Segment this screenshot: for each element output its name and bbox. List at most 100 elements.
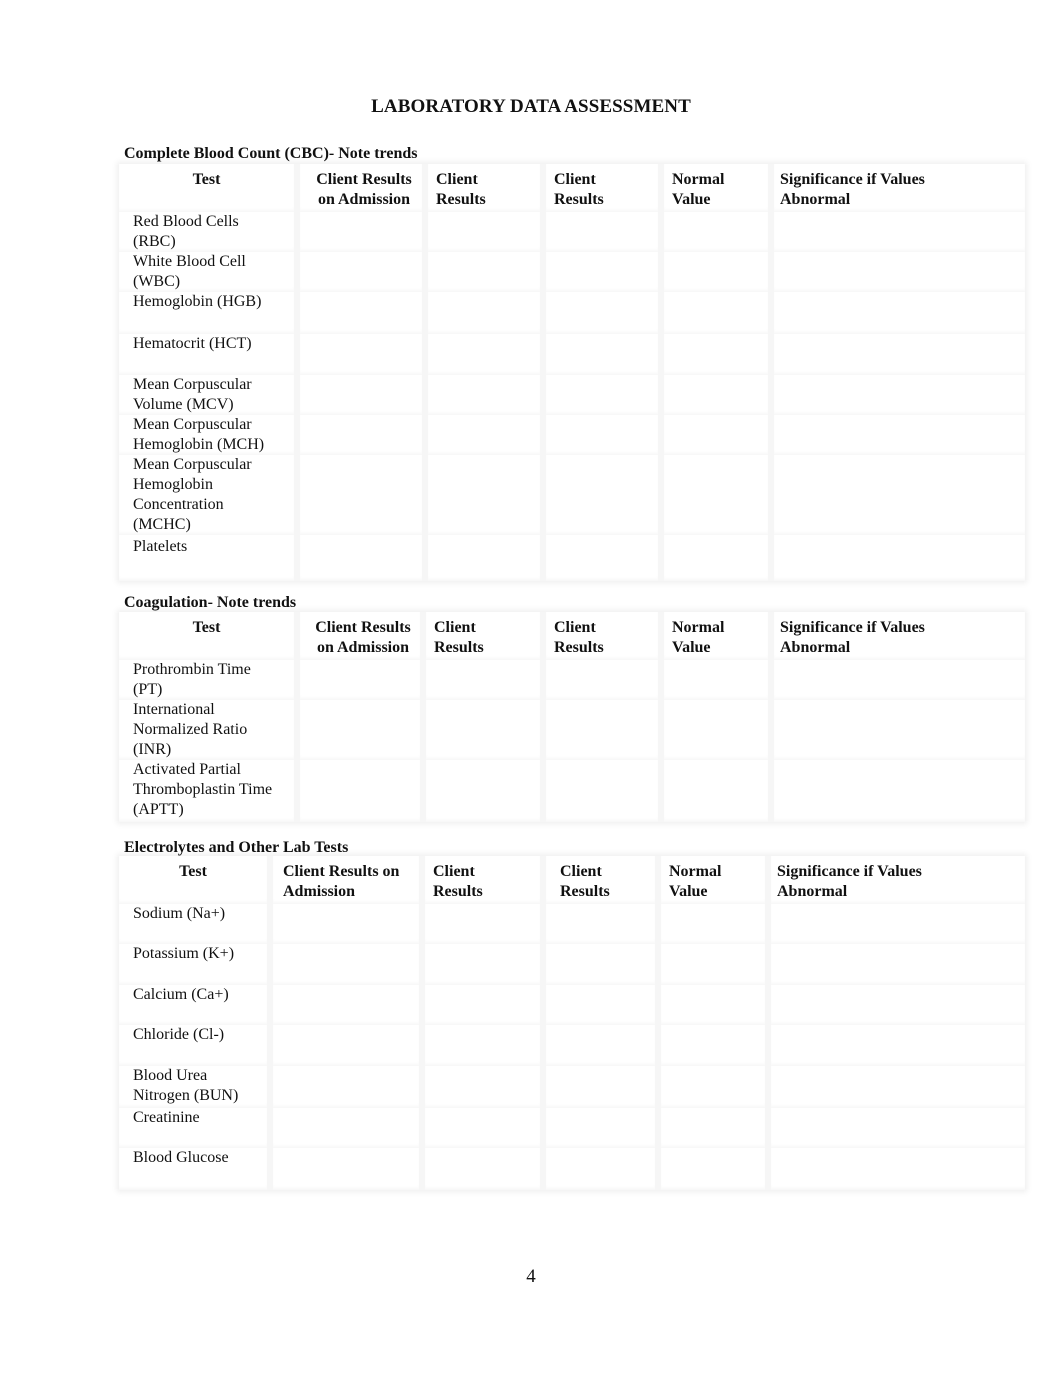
results-2-cell[interactable] [543, 1025, 658, 1066]
significance-cell[interactable] [768, 944, 1025, 985]
results-1-cell[interactable] [425, 535, 543, 581]
significance-cell[interactable] [771, 535, 1025, 581]
table-row: Creatinine [119, 1108, 1025, 1148]
normal-cell[interactable] [658, 944, 768, 985]
results-1-cell[interactable] [425, 375, 543, 415]
admission-cell[interactable] [270, 1025, 422, 1066]
admission-cell[interactable] [270, 1066, 422, 1108]
results-2-cell[interactable] [543, 1066, 658, 1108]
results-2-cell[interactable] [543, 535, 661, 581]
test-name: White Blood Cell (WBC) [119, 252, 297, 292]
admission-cell[interactable] [297, 700, 423, 760]
significance-cell[interactable] [771, 252, 1025, 292]
normal-cell[interactable] [661, 760, 771, 822]
results-1-cell[interactable] [423, 660, 543, 700]
admission-cell[interactable] [297, 292, 425, 334]
test-name: Sodium (Na+) [119, 904, 270, 944]
results-1-cell[interactable] [425, 292, 543, 334]
significance-cell[interactable] [768, 1108, 1025, 1148]
test-name: Mean Corpuscular Volume (MCV) [119, 375, 297, 415]
normal-cell[interactable] [661, 700, 771, 760]
results-2-cell[interactable] [543, 760, 661, 822]
significance-cell[interactable] [768, 1066, 1025, 1108]
results-2-cell[interactable] [543, 985, 658, 1025]
results-2-cell[interactable] [543, 1108, 658, 1148]
results-2-cell[interactable] [543, 252, 661, 292]
results-2-cell[interactable] [543, 455, 661, 535]
results-1-cell[interactable] [422, 904, 543, 944]
results-1-cell[interactable] [425, 212, 543, 252]
significance-cell[interactable] [771, 375, 1025, 415]
admission-cell[interactable] [297, 334, 425, 375]
admission-cell[interactable] [297, 252, 425, 292]
results-2-cell[interactable] [543, 415, 661, 455]
significance-cell[interactable] [771, 292, 1025, 334]
header-test: Test [119, 164, 297, 212]
admission-cell[interactable] [270, 904, 422, 944]
results-1-cell[interactable] [422, 944, 543, 985]
significance-cell[interactable] [771, 660, 1025, 700]
normal-cell[interactable] [661, 292, 771, 334]
significance-cell[interactable] [771, 455, 1025, 535]
results-2-cell[interactable] [543, 700, 661, 760]
results-1-cell[interactable] [425, 455, 543, 535]
significance-cell[interactable] [768, 1025, 1025, 1066]
normal-cell[interactable] [658, 1025, 768, 1066]
results-2-cell[interactable] [543, 904, 658, 944]
test-name: Blood Glucose [119, 1148, 270, 1190]
results-1-cell[interactable] [425, 334, 543, 375]
results-2-cell[interactable] [543, 375, 661, 415]
header-results-2: Client Results [543, 612, 661, 660]
significance-cell[interactable] [771, 212, 1025, 252]
admission-cell[interactable] [270, 1108, 422, 1148]
admission-cell[interactable] [270, 944, 422, 985]
significance-cell[interactable] [771, 760, 1025, 822]
results-1-cell[interactable] [425, 252, 543, 292]
normal-cell[interactable] [661, 212, 771, 252]
significance-cell[interactable] [771, 700, 1025, 760]
significance-cell[interactable] [768, 1148, 1025, 1190]
admission-cell[interactable] [270, 985, 422, 1025]
results-2-cell[interactable] [543, 944, 658, 985]
section-title-electrolytes: Electrolytes and Other Lab Tests [124, 839, 349, 856]
results-2-cell[interactable] [543, 660, 661, 700]
normal-cell[interactable] [661, 455, 771, 535]
header-results-2: Client Results [543, 856, 658, 904]
normal-cell[interactable] [658, 904, 768, 944]
admission-cell[interactable] [297, 415, 425, 455]
test-name: Potassium (K+) [119, 944, 270, 985]
admission-cell[interactable] [297, 660, 423, 700]
admission-cell[interactable] [297, 212, 425, 252]
normal-cell[interactable] [658, 1148, 768, 1190]
significance-cell[interactable] [771, 334, 1025, 375]
normal-cell[interactable] [661, 334, 771, 375]
admission-cell[interactable] [297, 535, 425, 581]
results-2-cell[interactable] [543, 1148, 658, 1190]
results-2-cell[interactable] [543, 292, 661, 334]
normal-cell[interactable] [661, 375, 771, 415]
results-1-cell[interactable] [423, 760, 543, 822]
normal-cell[interactable] [661, 535, 771, 581]
results-1-cell[interactable] [422, 985, 543, 1025]
results-2-cell[interactable] [543, 334, 661, 375]
normal-cell[interactable] [661, 660, 771, 700]
significance-cell[interactable] [771, 415, 1025, 455]
normal-cell[interactable] [661, 252, 771, 292]
admission-cell[interactable] [297, 375, 425, 415]
normal-cell[interactable] [661, 415, 771, 455]
normal-cell[interactable] [658, 1108, 768, 1148]
results-1-cell[interactable] [423, 700, 543, 760]
results-2-cell[interactable] [543, 212, 661, 252]
results-1-cell[interactable] [422, 1148, 543, 1190]
results-1-cell[interactable] [422, 1066, 543, 1108]
normal-cell[interactable] [658, 1066, 768, 1108]
normal-cell[interactable] [658, 985, 768, 1025]
results-1-cell[interactable] [425, 415, 543, 455]
admission-cell[interactable] [297, 760, 423, 822]
admission-cell[interactable] [270, 1148, 422, 1190]
admission-cell[interactable] [297, 455, 425, 535]
significance-cell[interactable] [768, 985, 1025, 1025]
significance-cell[interactable] [768, 904, 1025, 944]
results-1-cell[interactable] [422, 1025, 543, 1066]
results-1-cell[interactable] [422, 1108, 543, 1148]
